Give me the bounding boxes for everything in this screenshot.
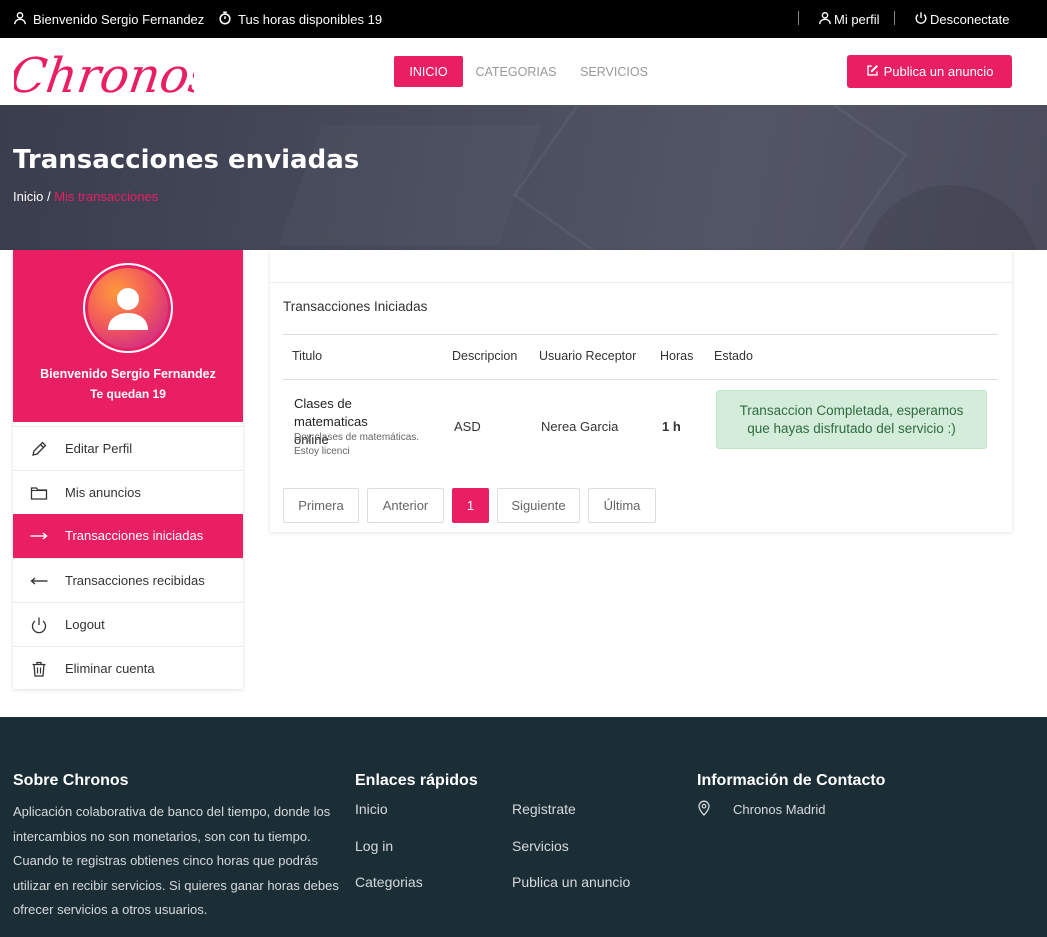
pagination-previous[interactable]: Anterior <box>367 488 444 523</box>
divider <box>283 379 998 380</box>
pagination-next[interactable]: Siguiente <box>497 488 580 523</box>
sidebar: Bienvenido Sergio Fernandez Te quedan 19… <box>13 250 243 689</box>
power-icon <box>29 616 49 634</box>
pagination-page-1[interactable]: 1 <box>452 488 489 523</box>
contact-location-text: Chronos Madrid <box>733 802 826 817</box>
power-icon <box>914 11 928 28</box>
section-title: Transacciones Iniciadas <box>283 299 428 314</box>
column-header-title: Titulo <box>292 349 323 363</box>
sidebar-item-label: Logout <box>65 617 105 632</box>
svg-text:Chronos: Chronos <box>14 48 194 102</box>
welcome-text: Bienvenido Sergio Fernandez <box>33 11 205 27</box>
sidebar-item-delete-account[interactable]: Eliminar cuenta <box>13 646 243 690</box>
welcome-message: Bienvenido Sergio Fernandez <box>13 0 204 38</box>
top-bar: Bienvenido Sergio Fernandez Tus horas di… <box>0 0 1047 38</box>
sidebar-item-label: Eliminar cuenta <box>65 661 155 676</box>
footer-link-publish[interactable]: Publica un anuncio <box>512 874 630 890</box>
hours-available: Tus horas disponibles 19 <box>218 0 382 38</box>
status-badge: Transaccion Completada, esperamos que ha… <box>716 390 987 449</box>
sidebar-item-sent-transactions[interactable]: Transacciones iniciadas <box>13 514 243 558</box>
publish-ad-button[interactable]: Publica un anuncio <box>847 55 1012 88</box>
hours-text: Tus horas disponibles 19 <box>238 11 383 27</box>
arrow-left-icon <box>29 572 49 590</box>
publish-ad-label: Publica un anuncio <box>883 64 994 79</box>
sidebar-item-logout[interactable]: Logout <box>13 602 243 646</box>
banner-decoration <box>512 105 908 250</box>
transaction-description: ASD <box>454 419 481 434</box>
breadcrumb-home[interactable]: Inicio / <box>13 189 51 204</box>
map-pin-icon <box>697 800 733 819</box>
page-title: Transacciones enviadas <box>13 145 360 175</box>
transaction-hours: 1 h <box>662 419 681 434</box>
user-icon <box>818 11 832 28</box>
footer-link-inicio[interactable]: Inicio <box>355 801 388 817</box>
my-profile-label: Mi perfil <box>834 11 880 27</box>
arrow-right-icon <box>29 527 49 545</box>
sidebar-item-received-transactions[interactable]: Transacciones recibidas <box>13 558 243 602</box>
footer-link-servicios[interactable]: Servicios <box>512 838 569 854</box>
footer-link-registrate[interactable]: Registrate <box>512 801 576 817</box>
avatar <box>83 263 173 353</box>
sidebar-item-edit-profile[interactable]: Editar Perfil <box>13 426 243 470</box>
divider <box>283 334 998 335</box>
profile-welcome: Bienvenido Sergio Fernandez <box>40 367 216 381</box>
footer-links-title: Enlaces rápidos <box>355 772 478 789</box>
divider <box>798 11 799 25</box>
footer-link-categorias[interactable]: Categorias <box>355 874 423 890</box>
pagination-first[interactable]: Primera <box>283 488 359 523</box>
trash-icon <box>29 660 49 678</box>
site-footer: Sobre Chronos Aplicación colaborativa de… <box>0 717 1047 937</box>
sidebar-item-label: Editar Perfil <box>65 441 133 456</box>
column-header-status: Estado <box>714 349 753 363</box>
footer-contact-title: Información de Contacto <box>697 772 886 789</box>
stopwatch-icon <box>218 11 232 28</box>
sidebar-item-label: Transacciones recibidas <box>65 573 205 588</box>
folder-icon <box>29 484 49 502</box>
pagination-last[interactable]: Última <box>588 488 656 523</box>
sidebar-item-label: Mis anuncios <box>65 485 141 500</box>
column-header-receiver: Usuario Receptor <box>539 349 637 363</box>
my-profile-link[interactable]: Mi perfil <box>818 0 880 38</box>
transaction-receiver: Nerea Garcia <box>541 419 619 434</box>
footer-about-title: Sobre Chronos <box>13 772 129 789</box>
banner-decoration <box>278 125 542 245</box>
column-header-hours: Horas <box>660 349 694 363</box>
profile-hours: Te quedan 19 <box>90 387 166 401</box>
banner-decoration <box>860 185 1040 250</box>
edit-square-icon <box>866 64 879 80</box>
divider <box>270 282 1012 283</box>
footer-about-text: Aplicación colaborativa de banco del tie… <box>13 804 339 917</box>
page-banner: Transacciones enviadas Inicio / Mis tran… <box>0 105 1047 250</box>
breadcrumb-current: Mis transacciones <box>54 189 159 204</box>
sidebar-item-label: Transacciones iniciadas <box>65 528 204 543</box>
divider <box>894 11 895 25</box>
nav-categorias[interactable]: CATEGORIAS <box>470 56 562 87</box>
nav-servicios[interactable]: SERVICIOS <box>572 56 656 87</box>
column-header-description: Descripcion <box>452 349 518 363</box>
nav-inicio[interactable]: INICIO <box>394 56 463 87</box>
transaction-snippet: Doy clases de matemáticas. Estoy licenci <box>294 432 420 457</box>
footer-link-login[interactable]: Log in <box>355 838 393 854</box>
user-icon <box>13 11 27 28</box>
pencil-icon <box>29 440 49 458</box>
chronos-logo[interactable]: Chronos <box>6 46 218 104</box>
profile-card: Bienvenido Sergio Fernandez Te quedan 19 <box>13 250 243 422</box>
sidebar-item-my-ads[interactable]: Mis anuncios <box>13 470 243 514</box>
logout-label: Desconectate <box>930 11 1010 27</box>
site-header: Chronos INICIO CATEGORIAS SERVICIOS Publ… <box>0 38 1047 105</box>
logout-link[interactable]: Desconectate <box>914 0 1010 38</box>
transactions-card: Transacciones Iniciadas Titulo Descripci… <box>270 250 1012 532</box>
breadcrumb: Inicio / Mis transacciones <box>13 189 158 204</box>
user-silhouette-icon <box>108 288 148 330</box>
footer-contact-location: Chronos Madrid <box>697 800 826 819</box>
